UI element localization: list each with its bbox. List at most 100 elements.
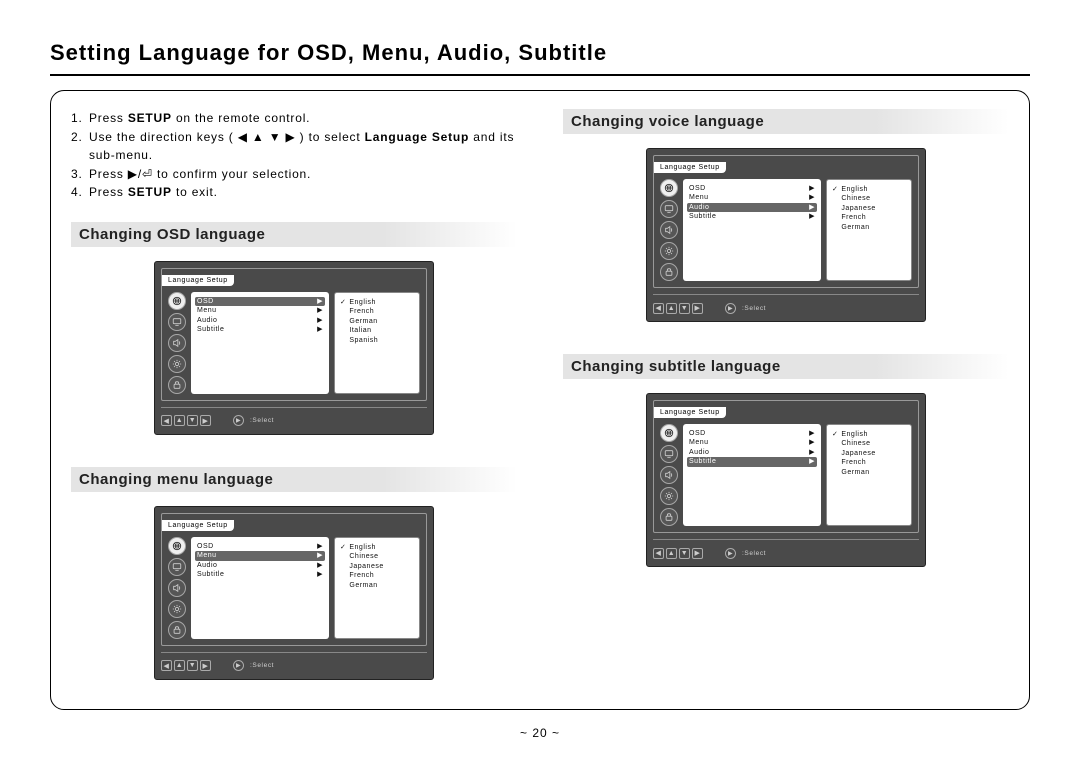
osd-option: ✓Italian xyxy=(340,326,414,335)
globe-icon xyxy=(660,424,678,442)
osd-options-panel: ✓English✓Chinese✓Japanese✓French✓German xyxy=(826,424,912,526)
direction-keys-icon: ◀▲▼▶ xyxy=(653,548,703,559)
instructions-list: 1. Press SETUP on the remote control. 2.… xyxy=(71,109,517,202)
subtitle-screenshot-wrap: Language SetupOSD▶Menu▶Audio▶Subtitle▶✓E… xyxy=(563,393,1009,567)
osd-option-label: Japanese xyxy=(841,204,875,213)
osd-footer-label: :Select xyxy=(250,662,274,669)
instruction-number: 4. xyxy=(71,183,85,202)
chevron-right-icon: ▶ xyxy=(809,203,815,212)
osd-category-icons xyxy=(660,424,678,526)
osd-menu-row: Audio▶ xyxy=(197,316,323,325)
osd-screenshot: Language SetupOSD▶Menu▶Audio▶Subtitle▶✓E… xyxy=(154,506,434,680)
osd-category-icons xyxy=(168,537,186,639)
arrow-up-icon: ▲ xyxy=(666,303,677,314)
osd-footer: ◀▲▼▶▶:Select xyxy=(653,301,919,315)
arrow-left-icon: ◀ xyxy=(161,660,172,671)
arrow-left-icon: ◀ xyxy=(653,548,664,559)
play-icon: ▶ xyxy=(725,548,736,559)
osd-footer-label: :Select xyxy=(250,417,274,424)
osd-option: ✓Spanish xyxy=(340,336,414,345)
osd-option-label: French xyxy=(841,213,866,222)
speaker-icon xyxy=(660,221,678,239)
osd-option: ✓English xyxy=(340,543,414,552)
osd-menu-label: Subtitle xyxy=(197,325,224,334)
osd-footer: ◀▲▼▶▶:Select xyxy=(161,659,427,673)
osd-footer: ◀▲▼▶▶:Select xyxy=(161,414,427,428)
right-column: Changing voice language Language Setup OS… xyxy=(563,109,1009,689)
osd-option: ✓Chinese xyxy=(340,552,414,561)
speaker-icon xyxy=(660,466,678,484)
instruction-item: 4. Press SETUP to exit. xyxy=(71,183,517,202)
osd-screenshot: Language SetupOSD▶Menu▶Audio▶Subtitle▶✓E… xyxy=(154,261,434,435)
osd-option-label: English xyxy=(349,298,375,307)
osd-menu-row: Menu▶ xyxy=(689,438,815,447)
instruction-text: Press SETUP on the remote control. xyxy=(89,109,310,128)
osd-menu-label: OSD xyxy=(689,429,706,438)
instruction-text: Press SETUP to exit. xyxy=(89,183,218,202)
osd-option: ✓German xyxy=(832,223,906,232)
osd-menu-panel: OSD▶Menu▶Audio▶Subtitle▶ xyxy=(191,292,329,394)
speaker-icon xyxy=(168,334,186,352)
osd-menu-panel: OSD▶Menu▶Audio▶Subtitle▶ xyxy=(683,179,821,281)
osd-menu-row: OSD▶ xyxy=(197,542,323,551)
chevron-right-icon: ▶ xyxy=(317,316,323,325)
chevron-right-icon: ▶ xyxy=(809,429,815,438)
instruction-number: 3. xyxy=(71,165,85,184)
voice-screenshot-wrap: Language SetupOSD▶Menu▶Audio▶Subtitle▶✓E… xyxy=(563,148,1009,322)
arrow-up-icon: ▲ xyxy=(174,415,185,426)
osd-option-label: Spanish xyxy=(349,336,378,345)
osd-menu-row: OSD▶ xyxy=(195,297,325,306)
chevron-right-icon: ▶ xyxy=(809,184,815,193)
osd-menu-label: Subtitle xyxy=(197,570,224,579)
osd-menu-panel: OSD▶Menu▶Audio▶Subtitle▶ xyxy=(191,537,329,639)
osd-options-panel: ✓English✓French✓German✓Italian✓Spanish xyxy=(334,292,420,394)
osd-menu-row: Subtitle▶ xyxy=(197,570,323,579)
osd-menu-label: OSD xyxy=(689,184,706,193)
osd-option-label: Japanese xyxy=(349,562,383,571)
osd-menu-label: OSD xyxy=(197,297,214,306)
heading-osd: Changing OSD language xyxy=(71,222,517,247)
play-icon: ▶ xyxy=(233,660,244,671)
chevron-right-icon: ▶ xyxy=(317,551,323,560)
osd-menu-label: Menu xyxy=(197,551,217,560)
arrow-left-icon: ◀ xyxy=(161,415,172,426)
gear-icon xyxy=(660,242,678,260)
chevron-right-icon: ▶ xyxy=(809,193,815,202)
osd-option-label: French xyxy=(841,458,866,467)
osd-menu-label: Subtitle xyxy=(689,212,716,221)
osd-option-label: French xyxy=(349,571,374,580)
chevron-right-icon: ▶ xyxy=(809,448,815,457)
left-column: 1. Press SETUP on the remote control. 2.… xyxy=(71,109,517,689)
osd-footer-label: :Select xyxy=(742,550,766,557)
osd-options-panel: ✓English✓Chinese✓Japanese✓French✓German xyxy=(826,179,912,281)
osd-window: Language SetupOSD▶Menu▶Audio▶Subtitle▶✓E… xyxy=(653,400,919,533)
osd-footer-label: :Select xyxy=(742,305,766,312)
arrow-up-icon: ▲ xyxy=(666,548,677,559)
lock-icon xyxy=(660,508,678,526)
instruction-number: 1. xyxy=(71,109,85,128)
osd-option: ✓Chinese xyxy=(832,194,906,203)
osd-menu-label: Subtitle xyxy=(689,457,716,466)
osd-option: ✓English xyxy=(832,430,906,439)
osd-menu-row: Subtitle▶ xyxy=(689,212,815,221)
osd-window: Language SetupOSD▶Menu▶Audio▶Subtitle▶✓E… xyxy=(653,155,919,288)
osd-option: ✓Japanese xyxy=(340,562,414,571)
osd-tab-label: Language Setup xyxy=(654,162,726,173)
content-frame: 1. Press SETUP on the remote control. 2.… xyxy=(50,90,1030,710)
chevron-right-icon: ▶ xyxy=(317,306,323,315)
heading-voice: Changing voice language xyxy=(563,109,1009,134)
check-icon: ✓ xyxy=(340,298,346,307)
chevron-right-icon: ▶ xyxy=(809,438,815,447)
osd-menu-row: Menu▶ xyxy=(197,306,323,315)
chevron-right-icon: ▶ xyxy=(809,457,815,466)
arrow-down-icon: ▼ xyxy=(187,660,198,671)
osd-option: ✓English xyxy=(340,298,414,307)
title-rule xyxy=(50,74,1030,76)
chevron-right-icon: ▶ xyxy=(317,325,323,334)
lock-icon xyxy=(168,621,186,639)
osd-tab-label: Language Setup xyxy=(654,407,726,418)
globe-icon xyxy=(168,537,186,555)
gear-icon xyxy=(168,600,186,618)
osd-menu-label: OSD xyxy=(197,542,214,551)
osd-menu-row: OSD ▶ xyxy=(689,184,815,193)
